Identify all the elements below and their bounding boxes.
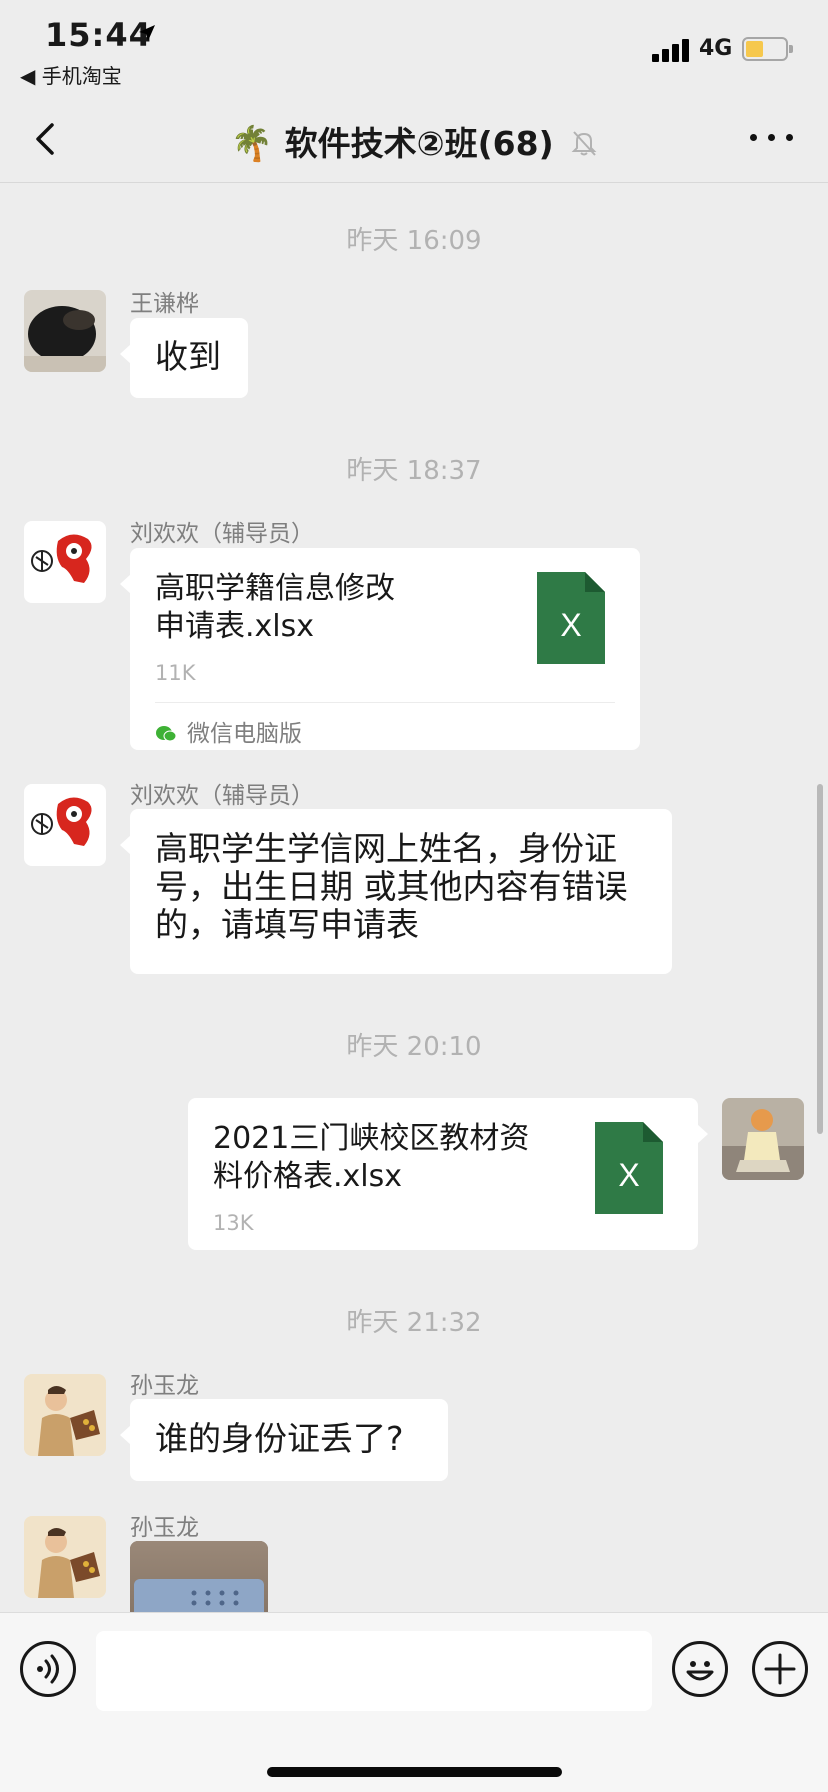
message-text: 收到: [155, 337, 221, 376]
input-bar: [0, 1612, 828, 1792]
avatar[interactable]: [24, 521, 106, 603]
location-arrow-icon: [138, 20, 156, 48]
my-avatar[interactable]: [722, 1098, 804, 1180]
group-name: 软件技术②班(68): [284, 124, 554, 163]
file-source: 微信电脑版: [155, 702, 615, 753]
voice-icon[interactable]: [20, 1641, 76, 1697]
sender-name: 刘欢欢（辅导员）: [130, 521, 314, 547]
excel-file-icon: X: [537, 572, 605, 664]
plus-icon[interactable]: [752, 1641, 808, 1697]
timestamp: 昨天 18:37: [346, 456, 482, 486]
chat-title: 🌴 软件技术②班(68): [0, 117, 828, 165]
network-type: 4G: [699, 36, 733, 61]
file-size: 13K: [213, 1211, 254, 1235]
palm-tree-emoji: 🌴: [230, 124, 274, 164]
sender-name: 孙玉龙: [130, 1373, 199, 1399]
battery-icon: [742, 37, 793, 61]
message-text: 谁的身份证丢了?: [155, 1419, 404, 1458]
message-bubble[interactable]: 高职学生学信网上姓名，身份证 号，出生日期 或其他内容有错误 的，请填写申请表: [120, 809, 672, 974]
message-input[interactable]: [96, 1631, 652, 1711]
sender-name: 王谦桦: [130, 291, 199, 317]
timestamp: 昨天 21:32: [346, 1308, 482, 1338]
avatar[interactable]: [24, 1516, 106, 1598]
file-message[interactable]: 2021三门峡校区教材资 料价格表.xlsx 13K X: [188, 1098, 708, 1250]
file-name: 2021三门峡校区教材资 料价格表.xlsx: [213, 1121, 530, 1194]
svg-text:X: X: [560, 607, 581, 643]
message-text-line: 高职学生学信网上姓名，身份证: [155, 829, 617, 868]
avatar[interactable]: [24, 1374, 106, 1456]
bell-slash-icon: [571, 126, 597, 165]
timestamp: 昨天 20:10: [346, 1032, 482, 1062]
avatar[interactable]: [24, 784, 106, 866]
message-list[interactable]: 昨天 16:09 王谦桦 收到 昨天 18:37 刘欢欢（辅导员） 高职学籍信息…: [0, 184, 828, 1612]
message-text-line: 号，出生日期 或其他内容有错误: [155, 867, 628, 906]
home-indicator[interactable]: [267, 1767, 562, 1777]
excel-file-icon: X: [595, 1122, 663, 1214]
file-message[interactable]: 高职学籍信息修改 申请表.xlsx 11K X 微信电脑版: [120, 548, 640, 753]
back-to-app-link[interactable]: ◀ 手机淘宝: [20, 60, 122, 89]
wechat-icon: [155, 717, 177, 742]
signal-icon: [652, 38, 692, 62]
file-name: 高职学籍信息修改 申请表.xlsx: [155, 571, 395, 644]
more-dots-icon[interactable]: [748, 125, 798, 149]
scrollbar[interactable]: [817, 784, 823, 1134]
file-size: 11K: [155, 661, 196, 685]
status-time: 15:44: [45, 16, 152, 54]
image-message[interactable]: [130, 1541, 268, 1612]
message-bubble[interactable]: 收到: [120, 318, 248, 398]
timestamp: 昨天 16:09: [346, 226, 482, 256]
message-text-line: 的，请填写申请表: [155, 905, 419, 944]
status-bar: 15:44 ◀ 手机淘宝 4G: [0, 0, 828, 95]
message-bubble[interactable]: 谁的身份证丢了?: [120, 1399, 448, 1481]
emoji-icon[interactable]: [672, 1641, 728, 1697]
sender-name: 孙玉龙: [130, 1515, 199, 1541]
avatar[interactable]: [24, 290, 106, 372]
chat-header: 🌴 软件技术②班(68): [0, 95, 828, 183]
svg-text:X: X: [618, 1157, 639, 1193]
id-card-photo: [130, 1541, 268, 1612]
sender-name: 刘欢欢（辅导员）: [130, 783, 314, 809]
